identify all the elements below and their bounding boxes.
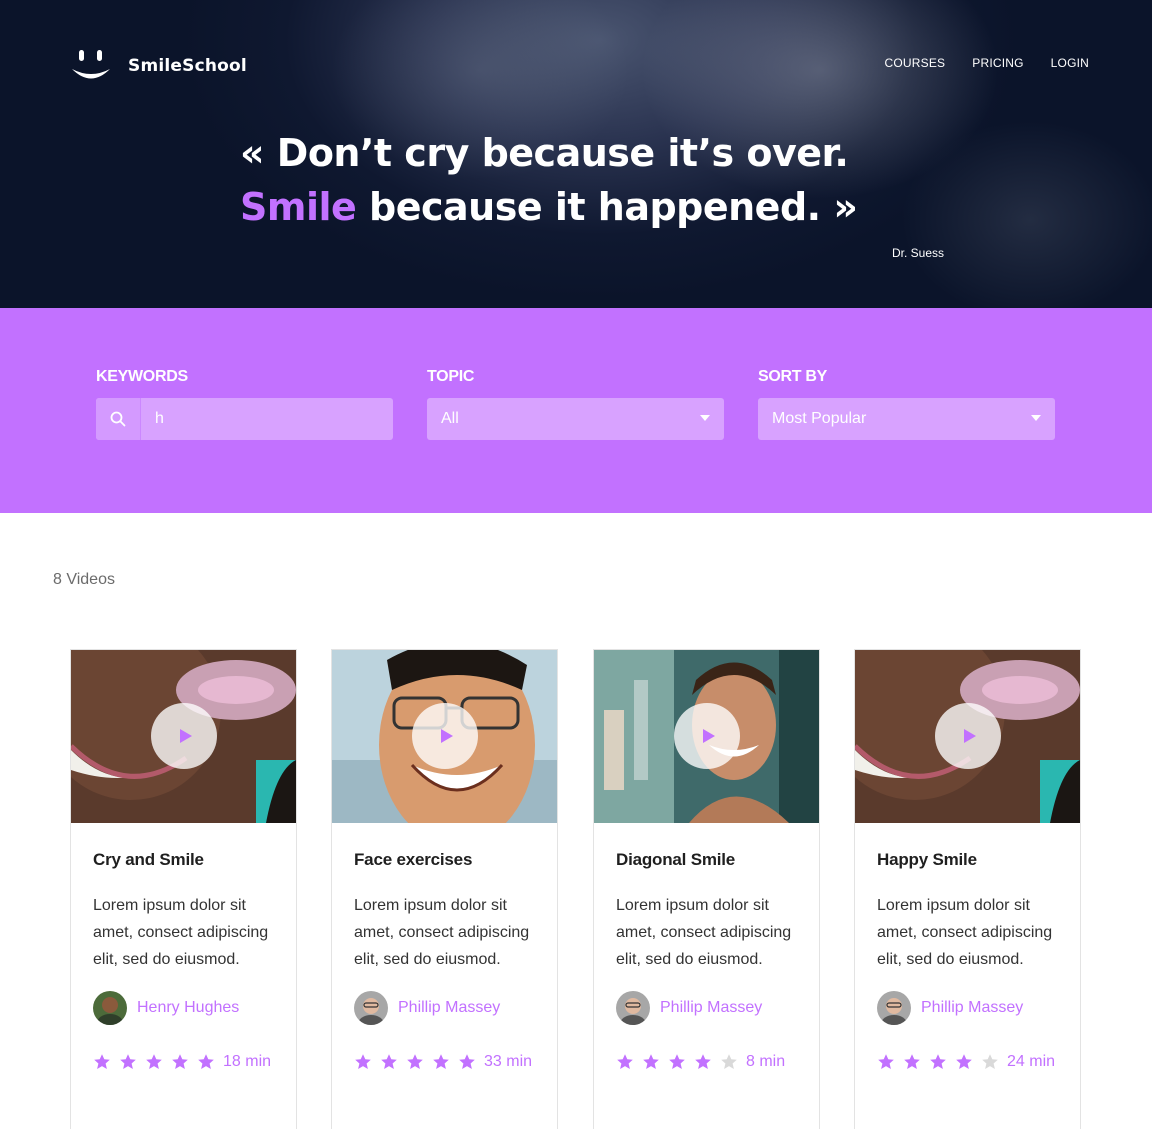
star-filled-icon — [198, 1054, 214, 1069]
video-author[interactable]: Henry Hughes — [93, 991, 274, 1025]
avatar — [93, 991, 127, 1025]
topic-select[interactable]: All — [427, 398, 724, 440]
star-filled-icon — [617, 1054, 633, 1069]
keywords-filter: KEYWORDS — [96, 368, 393, 440]
video-description: Lorem ipsum dolor sit amet, consect adip… — [877, 897, 1053, 968]
video-description: Lorem ipsum dolor sit amet, consect adip… — [93, 897, 269, 968]
video-duration: 18 min — [223, 1053, 272, 1070]
filter-bar: KEYWORDS TOPIC All SORT BY Most Popular — [0, 308, 1152, 513]
video-card[interactable]: Happy Smile Lorem ipsum dolor sit amet, … — [854, 649, 1081, 1129]
topic-selected-value: All — [441, 410, 459, 427]
video-meta: 33 min — [354, 1053, 535, 1071]
caret-down-icon — [1031, 415, 1041, 421]
star-filled-icon — [930, 1054, 946, 1069]
rating-stars — [354, 1053, 476, 1071]
nav-link-pricing[interactable]: PRICING — [972, 56, 1023, 70]
sort-filter: SORT BY Most Popular — [758, 368, 1055, 440]
author-name[interactable]: Phillip Massey — [660, 999, 762, 1017]
keywords-box — [96, 398, 393, 440]
play-icon[interactable] — [674, 703, 740, 769]
keywords-label: KEYWORDS — [96, 368, 188, 385]
topic-label: TOPIC — [427, 368, 475, 385]
star-filled-icon — [904, 1054, 920, 1069]
brand-name: SmileSchool — [128, 56, 247, 76]
star-filled-icon — [669, 1054, 685, 1069]
sort-select[interactable]: Most Popular — [758, 398, 1055, 440]
keywords-input[interactable] — [141, 410, 381, 428]
play-icon[interactable] — [935, 703, 1001, 769]
play-icon[interactable] — [151, 703, 217, 769]
rating-stars — [93, 1053, 215, 1071]
star-filled-icon — [381, 1054, 397, 1069]
video-duration: 33 min — [484, 1053, 533, 1070]
video-meta: 18 min — [93, 1053, 274, 1071]
video-count: 8 Videos — [53, 571, 115, 588]
video-card[interactable]: Diagonal Smile Lorem ipsum dolor sit ame… — [593, 649, 820, 1129]
avatar — [877, 991, 911, 1025]
video-author[interactable]: Phillip Massey — [354, 991, 535, 1025]
star-filled-icon — [878, 1054, 894, 1069]
star-filled-icon — [956, 1054, 972, 1069]
video-description: Lorem ipsum dolor sit amet, consect adip… — [616, 897, 792, 968]
quote-line-2-rest: because it happened. » — [356, 185, 858, 229]
video-title[interactable]: Diagonal Smile — [616, 850, 797, 870]
nav-link-courses[interactable]: COURSES — [885, 56, 946, 70]
video-title[interactable]: Happy Smile — [877, 850, 1058, 870]
smile-face-icon — [72, 50, 110, 79]
topic-filter: TOPIC All — [427, 368, 724, 440]
avatar — [616, 991, 650, 1025]
video-meta: 24 min — [877, 1053, 1058, 1071]
video-author[interactable]: Phillip Massey — [616, 991, 797, 1025]
video-title[interactable]: Cry and Smile — [93, 850, 274, 870]
quote-author: Dr. Suess — [892, 246, 945, 260]
star-empty-icon — [982, 1054, 998, 1069]
star-filled-icon — [355, 1054, 371, 1069]
star-filled-icon — [120, 1054, 136, 1069]
star-filled-icon — [172, 1054, 188, 1069]
logo[interactable]: SmileSchool — [70, 48, 247, 84]
video-duration: 8 min — [746, 1053, 786, 1070]
hero-banner: SmileSchool COURSES PRICING LOGIN « Don’… — [0, 0, 1152, 308]
author-name[interactable]: Phillip Massey — [921, 999, 1023, 1017]
rating-stars — [877, 1053, 999, 1071]
avatar — [354, 991, 388, 1025]
video-meta: 8 min — [616, 1053, 797, 1071]
sort-label: SORT BY — [758, 368, 828, 385]
video-description: Lorem ipsum dolor sit amet, consect adip… — [354, 897, 530, 968]
quote-line-1: « Don’t cry because it’s over. — [240, 131, 849, 175]
video-thumbnail[interactable] — [855, 650, 1080, 823]
star-filled-icon — [146, 1054, 162, 1069]
video-thumbnail[interactable] — [71, 650, 296, 823]
video-duration: 24 min — [1007, 1053, 1056, 1070]
star-filled-icon — [459, 1054, 475, 1069]
video-author[interactable]: Phillip Massey — [877, 991, 1058, 1025]
author-name[interactable]: Phillip Massey — [398, 999, 500, 1017]
video-thumbnail[interactable] — [594, 650, 819, 823]
star-filled-icon — [407, 1054, 423, 1069]
video-card[interactable]: Cry and Smile Lorem ipsum dolor sit amet… — [70, 649, 297, 1129]
star-filled-icon — [643, 1054, 659, 1069]
sort-selected-value: Most Popular — [772, 410, 867, 427]
video-title[interactable]: Face exercises — [354, 850, 535, 870]
video-card[interactable]: Face exercises Lorem ipsum dolor sit ame… — [331, 649, 558, 1129]
search-icon[interactable] — [96, 398, 141, 440]
star-empty-icon — [721, 1054, 737, 1069]
author-name[interactable]: Henry Hughes — [137, 999, 239, 1017]
star-filled-icon — [94, 1054, 110, 1069]
main-nav: COURSES PRICING LOGIN — [885, 56, 1090, 70]
hero-quote: « Don’t cry because it’s over. Smile bec… — [240, 126, 960, 260]
star-filled-icon — [433, 1054, 449, 1069]
rating-stars — [616, 1053, 738, 1071]
play-icon[interactable] — [412, 703, 478, 769]
quote-accent-word: Smile — [240, 185, 357, 229]
nav-link-login[interactable]: LOGIN — [1051, 56, 1089, 70]
quote-line-2: Smile because it happened. » — [240, 180, 960, 234]
star-filled-icon — [695, 1054, 711, 1069]
video-thumbnail[interactable] — [332, 650, 557, 823]
caret-down-icon — [700, 415, 710, 421]
